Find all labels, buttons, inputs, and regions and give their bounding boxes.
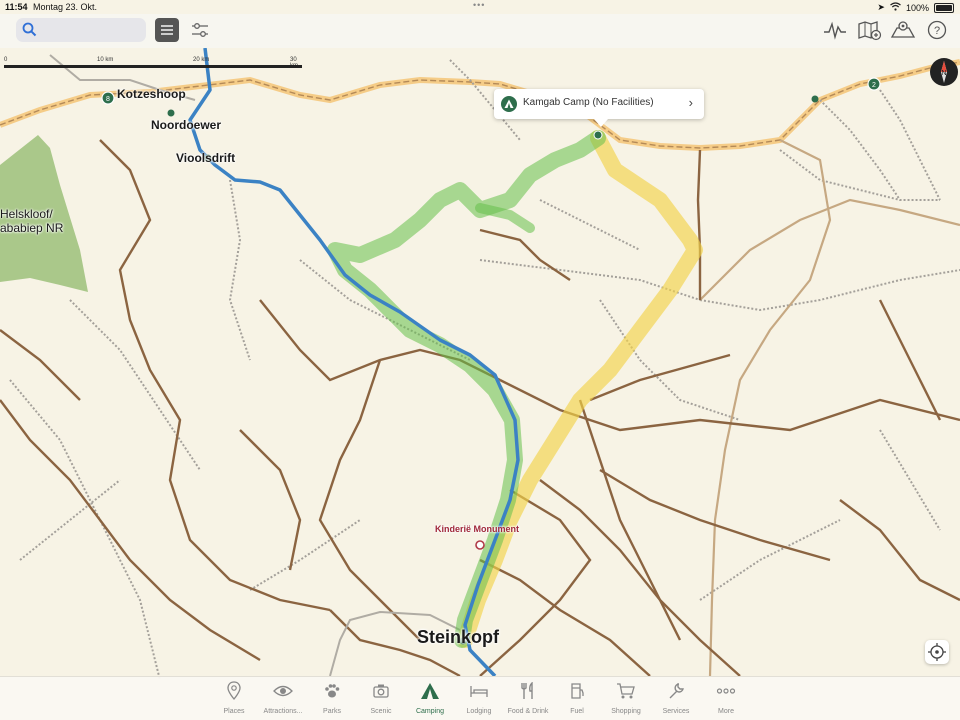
wrench-icon	[651, 681, 701, 701]
status-date: Montag 23. Okt.	[33, 2, 98, 12]
scale-label-20: 20 km	[193, 57, 210, 63]
tab-attractions[interactable]: Attractions...	[258, 681, 308, 719]
tab-label: More	[718, 708, 734, 715]
list-icon	[161, 25, 173, 35]
tab-label: Camping	[415, 708, 444, 715]
route-badge-left-label: 8	[106, 96, 110, 103]
multitask-dots-icon[interactable]: •••	[473, 0, 485, 10]
label-kotzeshoop: Kotzeshoop	[117, 87, 186, 101]
svg-text:?: ?	[934, 25, 940, 37]
tab-fuel[interactable]: Fuel	[552, 681, 602, 719]
status-bar: 11:54 Montag 23. Okt. ••• ➤ 100%	[0, 0, 960, 14]
tab-label: Food & Drink	[507, 708, 549, 715]
more-icon	[701, 681, 751, 701]
poi-callout-title: Kamgab Camp (No Facilities)	[523, 97, 654, 108]
tab-lodging[interactable]: Lodging	[454, 681, 504, 719]
scale-label-0: 0	[4, 57, 8, 63]
fuel-icon	[552, 681, 602, 701]
tab-food-drink[interactable]: Food & Drink	[503, 681, 553, 719]
pin-icon	[209, 681, 259, 701]
wifi-icon	[890, 2, 901, 13]
search-field[interactable]	[16, 18, 146, 42]
label-noordoewer: Noordoewer	[151, 118, 222, 132]
locate-me-button[interactable]	[925, 640, 949, 664]
help-icon[interactable]: ?	[924, 18, 950, 42]
tab-label: Parks	[323, 708, 341, 715]
tab-label: Fuel	[570, 708, 584, 715]
top-toolbar: ?	[0, 14, 960, 48]
compass-icon[interactable]: N	[930, 58, 958, 86]
tab-parks[interactable]: Parks	[307, 681, 357, 719]
tab-label: Lodging	[466, 708, 492, 715]
list-view-button[interactable]	[155, 18, 179, 42]
camp-marker[interactable]	[593, 130, 603, 140]
cart-icon	[601, 681, 651, 701]
tab-more[interactable]: More	[701, 681, 751, 719]
tab-scenic[interactable]: Scenic	[356, 681, 406, 719]
scale-bar: 0 10 km 20 km 30 km	[4, 55, 306, 71]
bed-icon	[454, 681, 504, 701]
paw-icon	[307, 681, 357, 701]
place-dot-east[interactable]	[811, 95, 819, 103]
map-layers-icon[interactable]	[890, 18, 916, 42]
tab-label: Attractions...	[263, 708, 303, 715]
status-time: 11:54	[5, 2, 28, 12]
svg-text:N: N	[941, 70, 946, 77]
monument-marker[interactable]	[475, 540, 485, 550]
label-park-line2: ababiep NR	[0, 221, 64, 235]
search-input[interactable]	[42, 21, 144, 41]
label-park-line1: Helskloof/	[0, 207, 53, 221]
camping-icon	[501, 96, 517, 112]
battery-icon	[934, 2, 954, 13]
tab-shopping[interactable]: Shopping	[601, 681, 651, 719]
tab-label: Scenic	[370, 708, 392, 715]
map-canvas[interactable]: 8 2	[0, 0, 960, 719]
tab-label: Services	[662, 708, 690, 715]
place-dot-noordoewer[interactable]	[167, 109, 175, 117]
tab-places[interactable]: Places	[209, 681, 259, 719]
eye-icon	[258, 681, 308, 701]
label-steinkopf: Steinkopf	[417, 627, 500, 647]
scale-label-10: 10 km	[97, 57, 114, 63]
sliders-icon	[192, 23, 208, 37]
chevron-right-icon[interactable]: ›	[689, 95, 693, 110]
camera-icon	[356, 681, 406, 701]
tab-camping[interactable]: Camping	[405, 681, 455, 719]
tent-icon	[405, 681, 455, 701]
tab-label: Shopping	[611, 708, 641, 715]
location-arrow-icon: ➤	[877, 2, 885, 12]
crosshair-icon	[928, 643, 946, 661]
label-vioolsdrift: Vioolsdrift	[176, 151, 236, 165]
search-icon	[22, 22, 37, 42]
category-tab-bar: Places Attractions... Parks Scenic Campi…	[0, 676, 960, 720]
tab-services[interactable]: Services	[651, 681, 701, 719]
route-badge-right-label: 2	[872, 82, 876, 89]
filter-button[interactable]	[188, 18, 212, 42]
tab-label: Places	[223, 708, 245, 715]
poi-callout[interactable]: Kamgab Camp (No Facilities) ›	[494, 89, 704, 127]
battery-percent: 100%	[905, 2, 929, 13]
label-monument: Kinderië Monument	[435, 524, 520, 534]
map-add-icon[interactable]	[856, 18, 882, 42]
scale-line	[4, 65, 302, 68]
elevation-icon[interactable]	[822, 18, 848, 42]
cutlery-icon	[503, 681, 553, 701]
